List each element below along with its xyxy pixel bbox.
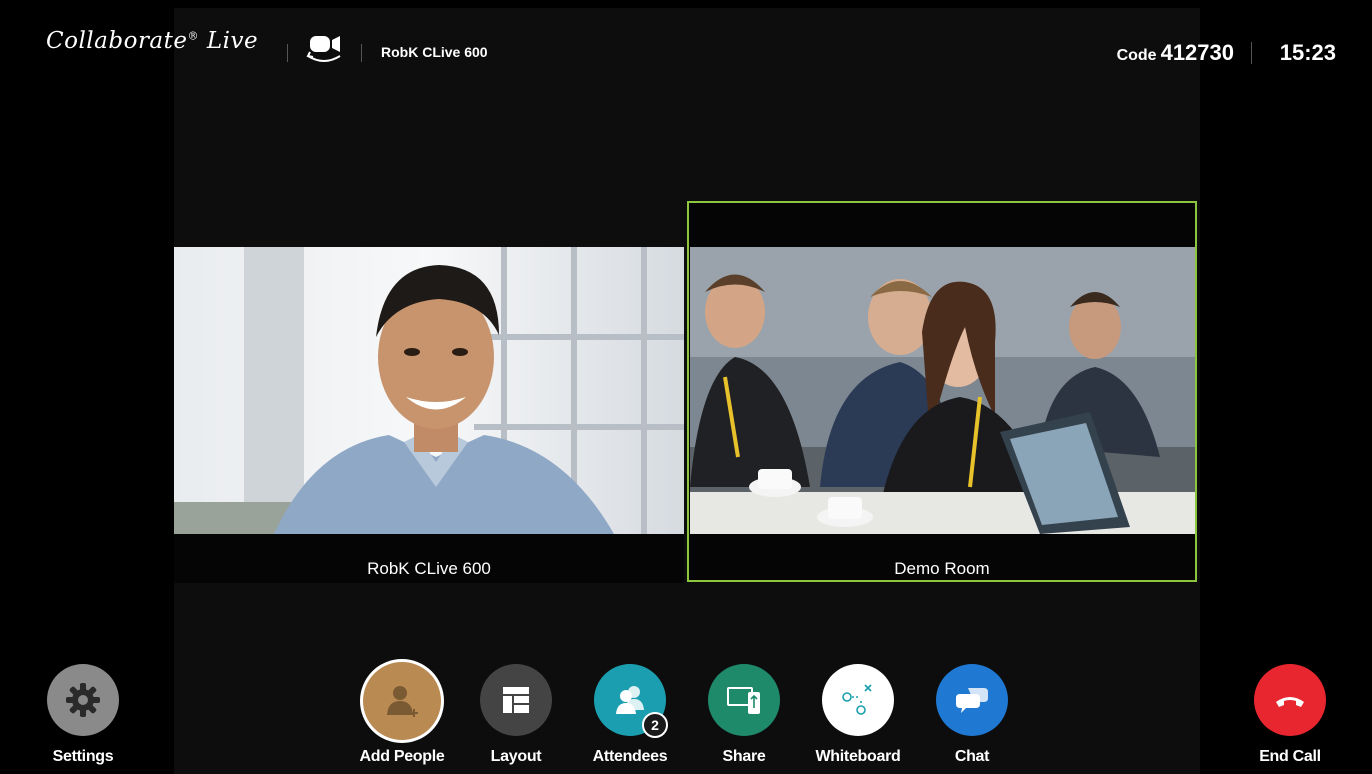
share-button[interactable]: Share bbox=[689, 658, 799, 765]
attendees-button[interactable]: 2 Attendees bbox=[575, 658, 685, 765]
end-call-button[interactable]: End Call bbox=[1235, 658, 1345, 765]
device-name: RobK CLive 600 bbox=[381, 44, 488, 60]
share-screen-icon bbox=[708, 664, 780, 736]
attendees-label: Attendees bbox=[592, 748, 668, 765]
add-people-label: Add People bbox=[359, 748, 445, 765]
video-tile-active[interactable]: Demo Room bbox=[687, 201, 1197, 582]
settings-button[interactable]: Settings bbox=[28, 658, 138, 765]
chat-icon bbox=[936, 664, 1008, 736]
settings-label: Settings bbox=[52, 748, 114, 765]
divider bbox=[287, 44, 288, 62]
clock: 15:23 bbox=[1279, 40, 1336, 65]
layout-icon bbox=[480, 664, 552, 736]
whiteboard-label: Whiteboard bbox=[815, 748, 901, 765]
meeting-code: Code 412730 bbox=[1116, 40, 1234, 65]
brand-logo: Collaborate® Live bbox=[46, 28, 259, 54]
attendees-icon: 2 bbox=[594, 664, 668, 738]
participant-video bbox=[690, 247, 1195, 534]
camera-switch-icon[interactable] bbox=[304, 32, 346, 64]
add-people-button[interactable]: Add People bbox=[347, 658, 457, 765]
chat-button[interactable]: Chat bbox=[917, 658, 1027, 765]
share-label: Share bbox=[722, 748, 766, 765]
video-tile[interactable]: RobK CLive 600 bbox=[174, 247, 684, 583]
top-bar: Collaborate® Live RobK CLive 600 Code 412… bbox=[0, 0, 1372, 90]
participant-video bbox=[174, 247, 684, 534]
layout-label: Layout bbox=[490, 748, 542, 765]
gear-icon bbox=[47, 664, 119, 736]
end-call-label: End Call bbox=[1259, 748, 1321, 765]
chat-label: Chat bbox=[954, 748, 990, 765]
attendees-count-badge: 2 bbox=[642, 712, 668, 738]
participant-name: Demo Room bbox=[894, 559, 990, 578]
add-person-icon bbox=[360, 659, 444, 743]
divider bbox=[1251, 42, 1252, 64]
whiteboard-button[interactable]: Whiteboard bbox=[803, 658, 913, 765]
divider bbox=[361, 44, 362, 62]
hang-up-icon bbox=[1254, 664, 1326, 736]
participant-name: RobK CLive 600 bbox=[367, 559, 491, 578]
layout-button[interactable]: Layout bbox=[461, 658, 571, 765]
whiteboard-icon bbox=[822, 664, 894, 736]
